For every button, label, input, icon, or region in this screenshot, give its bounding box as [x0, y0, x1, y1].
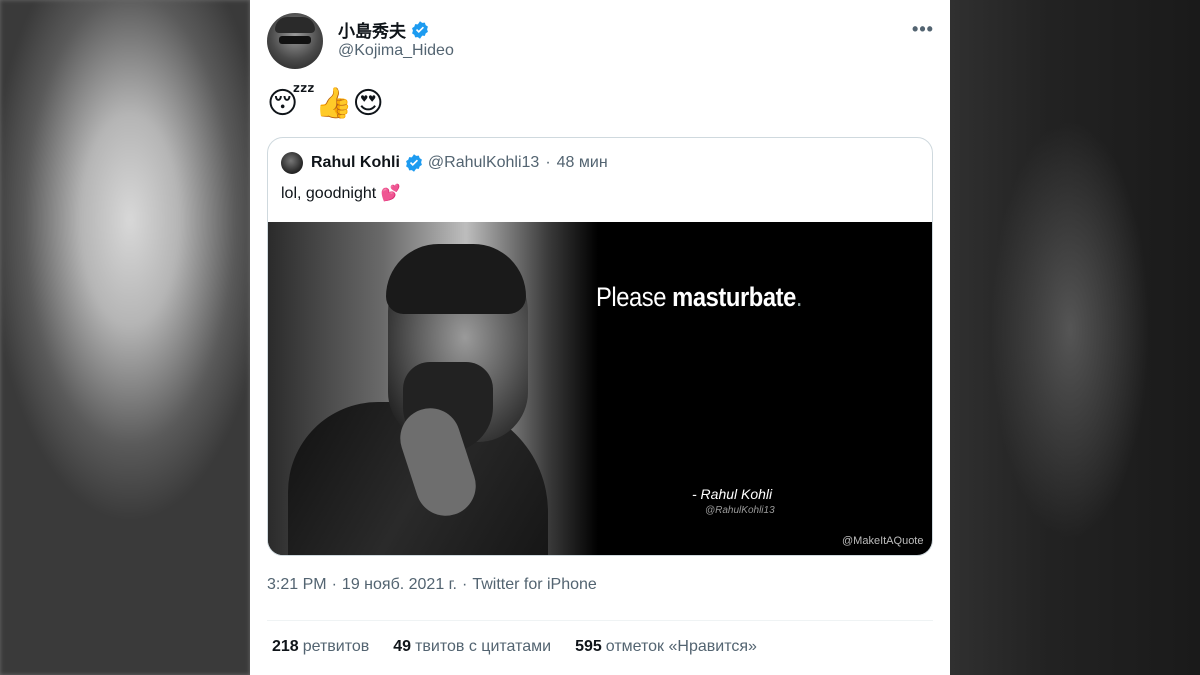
quote-emphasis: masturbate — [672, 282, 796, 312]
portrait-photo — [268, 222, 598, 555]
quotes-count: 49 — [393, 638, 412, 655]
quoted-tweet[interactable]: Rahul Kohli @RahulKohli13 · 48 мин lol, … — [267, 137, 933, 556]
quoted-timestamp[interactable]: 48 мин — [557, 154, 608, 172]
retweets-count: 218 — [272, 638, 299, 655]
meta-separator-2: · — [461, 576, 468, 593]
quoted-author-handle[interactable]: @RahulKohli13 — [428, 154, 539, 172]
retweets-label: ретвитов — [302, 638, 370, 655]
quoted-tweet-header: Rahul Kohli @RahulKohli13 · 48 мин — [311, 153, 608, 173]
verified-badge-icon — [412, 20, 428, 39]
quoted-tweet-image[interactable]: Please masturbate. - Rahul Kohli @RahulK… — [268, 222, 932, 555]
quoted-tweet-text: lol, goodnight 💕 — [281, 183, 401, 203]
quoted-text-content: lol, goodnight — [281, 185, 377, 202]
image-quote-headline: Please masturbate. — [596, 282, 802, 313]
background-right-blur — [950, 0, 1200, 675]
likes-stat[interactable]: 595 отметок «Нравится» — [575, 638, 757, 656]
tweet-text: 😴👍😍 — [267, 86, 384, 121]
author-name-text: 小島秀夫 — [338, 22, 406, 41]
likes-count: 595 — [575, 638, 602, 655]
image-quote-attribution-handle: @RahulKohli13 — [705, 505, 775, 516]
two-hearts-emoji: 💕 — [380, 183, 401, 202]
avatar-hair-shape — [275, 17, 315, 33]
quotes-stat[interactable]: 49 твитов с цитатами — [393, 638, 551, 656]
photo-hair-shape — [386, 244, 526, 314]
quote-prefix: Please — [596, 282, 673, 312]
quoted-separator: · — [545, 154, 551, 171]
tweet-stats: 218 ретвитов 49 твитов с цитатами 595 отмет… — [272, 638, 757, 656]
tweet-time[interactable]: 3:21 PM — [267, 576, 327, 594]
tweet-source[interactable]: Twitter for iPhone — [472, 576, 597, 594]
quote-suffix: . — [795, 282, 803, 312]
avatar-glasses-shape — [279, 36, 311, 44]
quotes-label: твитов с цитатами — [415, 638, 552, 655]
tweet-date[interactable]: 19 нояб. 2021 г. — [342, 576, 457, 594]
divider-top — [267, 620, 933, 621]
image-quote-attribution: - Rahul Kohli — [692, 486, 773, 502]
author-avatar[interactable] — [267, 13, 323, 69]
quoted-verified-badge-icon — [405, 154, 422, 172]
quoted-author-name[interactable]: Rahul Kohli — [311, 154, 400, 172]
tweet-card: 小島秀夫 @Kojima_Hideo ••• 😴👍😍 Rahul Kohli @… — [250, 0, 950, 675]
image-watermark: @MakeItAQuote — [842, 535, 924, 547]
more-options-icon[interactable]: ••• — [910, 16, 936, 42]
retweets-stat[interactable]: 218 ретвитов — [272, 638, 369, 656]
meta-separator-1: · — [331, 576, 337, 593]
quoted-author-avatar[interactable] — [281, 152, 303, 174]
author-display-name[interactable]: 小島秀夫 — [338, 17, 430, 42]
author-handle[interactable]: @Kojima_Hideo — [338, 42, 454, 60]
likes-label: отметок «Нравится» — [605, 638, 757, 655]
tweet-metadata: 3:21 PM · 19 нояб. 2021 г. · Twitter for… — [267, 576, 597, 594]
background-left-blur — [0, 0, 250, 675]
